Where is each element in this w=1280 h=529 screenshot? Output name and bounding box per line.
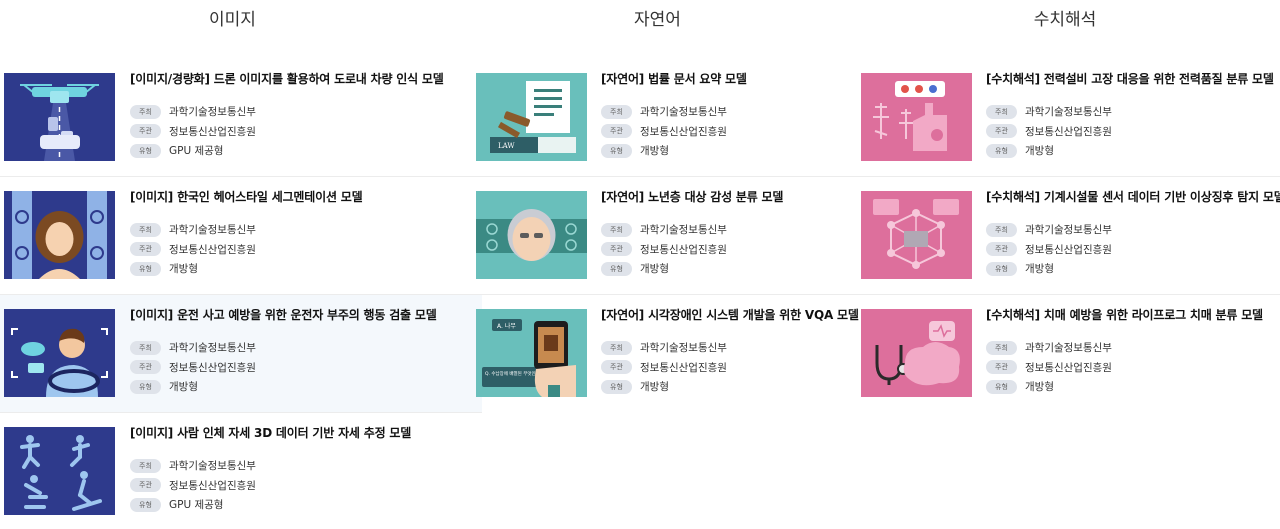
host-value: 과학기술정보통신부 [640, 224, 727, 237]
type-value: 개방형 [640, 263, 669, 276]
type-value: 개방형 [640, 381, 669, 394]
card-title[interactable]: [수치해석] 치매 예방을 위한 라이프로그 치매 분류 모델 [986, 307, 1263, 325]
card-title[interactable]: [수치해석] 전력설비 고장 대응을 위한 전력품질 분류 모델 [986, 71, 1274, 89]
host-value: 과학기술정보통신부 [169, 460, 256, 473]
type-badge: 유형 [130, 261, 161, 276]
hairstyle-icon [4, 191, 115, 279]
type-badge: 유형 [601, 261, 632, 276]
organizer-value: 정보통신산업진흥원 [169, 125, 256, 138]
type-badge: 유형 [601, 379, 632, 394]
elderly-emotion-icon [476, 191, 587, 279]
type-badge: 유형 [986, 379, 1017, 394]
model-card[interactable]: [수치해석] 치매 예방을 위한 라이프로그 치매 분류 모델 주최 과학기술정보… [850, 295, 1280, 413]
brain-stethoscope-icon [861, 309, 972, 397]
organizer-value: 정보통신산업진흥원 [1025, 125, 1112, 138]
host-badge: 주최 [986, 222, 1017, 237]
type-value: GPU 제공형 [169, 145, 224, 158]
host-value: 과학기술정보통신부 [169, 224, 256, 237]
vqa-phone-icon: A. 나무 Q. 수납장에 배열된 무엇인가? [476, 309, 587, 397]
model-card[interactable]: [이미지] 한국인 헤어스타일 세그멘테이션 모델 주최 과학기술정보통신부 주관… [0, 177, 482, 295]
type-badge: 유형 [986, 261, 1017, 276]
column-numerical: 수치해석 [수치해석] 전력설비 고장 대응을 위한 전력품질 분류 모델 주최… [850, 0, 1280, 397]
pose-icon [4, 427, 115, 515]
type-value: 개방형 [169, 381, 198, 394]
organizer-badge: 주관 [130, 242, 161, 257]
organizer-value: 정보통신산업진흥원 [169, 361, 256, 374]
card-title[interactable]: [이미지] 사람 인체 자세 3D 데이터 기반 자세 추정 모델 [130, 425, 411, 443]
card-title[interactable]: [자연어] 노년층 대상 감성 분류 모델 [601, 189, 783, 207]
host-badge: 주최 [130, 104, 161, 119]
model-card[interactable]: [수치해석] 기계시설물 센서 데이터 기반 이상징후 탐지 모델 주최 과학기술… [850, 177, 1280, 295]
organizer-badge: 주관 [130, 360, 161, 375]
organizer-badge: 주관 [986, 124, 1017, 139]
column-image: 이미지 [이미지/경량화] 드론 이미지를 활용하여 도로내 차량 인식 모델 … [0, 0, 482, 515]
organizer-badge: 주관 [986, 360, 1017, 375]
type-value: 개방형 [1025, 263, 1054, 276]
card-title[interactable]: [이미지/경량화] 드론 이미지를 활용하여 도로내 차량 인식 모델 [130, 71, 444, 89]
type-badge: 유형 [130, 379, 161, 394]
host-badge: 주최 [986, 104, 1017, 119]
organizer-badge: 주관 [601, 124, 632, 139]
type-value: 개방형 [640, 145, 669, 158]
column-title: 이미지 [209, 10, 256, 30]
type-value: 개방형 [169, 263, 198, 276]
type-value: 개방형 [1025, 381, 1054, 394]
organizer-value: 정보통신산업진흥원 [640, 243, 727, 256]
host-badge: 주최 [601, 340, 632, 355]
host-value: 과학기술정보통신부 [1025, 106, 1112, 119]
host-badge: 주최 [130, 222, 161, 237]
type-value: GPU 제공형 [169, 499, 224, 512]
host-badge: 주최 [986, 340, 1017, 355]
column-title: 자연어 [634, 10, 681, 30]
column-title: 수치해석 [1033, 10, 1097, 30]
host-badge: 주최 [601, 222, 632, 237]
column-nlp: 자연어 LAW [자연어] 법률 문서 요약 모델 주최 과학기술정보통신부 주… [465, 0, 859, 397]
model-card[interactable]: [이미지] 사람 인체 자세 3D 데이터 기반 자세 추정 모델 주최 과학기술… [0, 413, 482, 529]
card-title[interactable]: [이미지] 운전 사고 예방을 위한 운전자 부주의 행동 검출 모델 [130, 307, 437, 325]
organizer-badge: 주관 [130, 124, 161, 139]
organizer-value: 정보통신산업진흥원 [640, 361, 727, 374]
card-title[interactable]: [자연어] 시각장애인 시스템 개발을 위한 VQA 모델 [601, 307, 859, 325]
law-icon: LAW [476, 73, 587, 161]
drone-icon [4, 73, 115, 161]
type-badge: 유형 [601, 143, 632, 158]
organizer-badge: 주관 [601, 242, 632, 257]
organizer-value: 정보통신산업진흥원 [640, 125, 727, 138]
host-value: 과학기술정보통신부 [640, 342, 727, 355]
host-value: 과학기술정보통신부 [1025, 224, 1112, 237]
host-badge: 주최 [601, 104, 632, 119]
driver-icon [4, 309, 115, 397]
model-card[interactable]: [이미지] 운전 사고 예방을 위한 운전자 부주의 행동 검출 모델 주최 과학… [0, 295, 482, 413]
card-title[interactable]: [수치해석] 기계시설물 센서 데이터 기반 이상징후 탐지 모델 [986, 189, 1280, 207]
question-bubble-text: Q. 수납장에 배열된 무엇인가? [485, 370, 543, 377]
organizer-value: 정보통신산업진흥원 [1025, 243, 1112, 256]
model-card[interactable]: [이미지/경량화] 드론 이미지를 활용하여 도로내 차량 인식 모델 주최 과학… [0, 59, 482, 177]
host-value: 과학기술정보통신부 [1025, 342, 1112, 355]
host-value: 과학기술정보통신부 [640, 106, 727, 119]
model-card[interactable]: A. 나무 Q. 수납장에 배열된 무엇인가? [자연어] 시각장애인 시스템 … [465, 295, 859, 413]
organizer-badge: 주관 [130, 478, 161, 493]
organizer-value: 정보통신산업진흥원 [169, 479, 256, 492]
model-card[interactable]: [자연어] 노년층 대상 감성 분류 모델 주최 과학기술정보통신부 주관 정보통신… [465, 177, 850, 295]
type-value: 개방형 [1025, 145, 1054, 158]
host-value: 과학기술정보통신부 [169, 342, 256, 355]
organizer-value: 정보통신산업진흥원 [169, 243, 256, 256]
type-badge: 유형 [130, 497, 161, 512]
organizer-badge: 주관 [986, 242, 1017, 257]
card-title[interactable]: [이미지] 한국인 헤어스타일 세그멘테이션 모델 [130, 189, 363, 207]
law-book-label: LAW [498, 142, 515, 150]
card-title[interactable]: [자연어] 법률 문서 요약 모델 [601, 71, 747, 89]
sensor-network-icon [861, 191, 972, 279]
host-badge: 주최 [130, 340, 161, 355]
host-badge: 주최 [130, 458, 161, 473]
model-card[interactable]: [수치해석] 전력설비 고장 대응을 위한 전력품질 분류 모델 주최 과학기술정… [850, 59, 1280, 177]
type-badge: 유형 [130, 143, 161, 158]
model-card[interactable]: LAW [자연어] 법률 문서 요약 모델 주최 과학기술정보통신부 주관 정보통신… [465, 59, 850, 177]
organizer-badge: 주관 [601, 360, 632, 375]
host-value: 과학기술정보통신부 [169, 106, 256, 119]
answer-bubble-text: A. 나무 [497, 322, 516, 330]
power-facility-icon [861, 73, 972, 161]
organizer-value: 정보통신산업진흥원 [1025, 361, 1112, 374]
type-badge: 유형 [986, 143, 1017, 158]
